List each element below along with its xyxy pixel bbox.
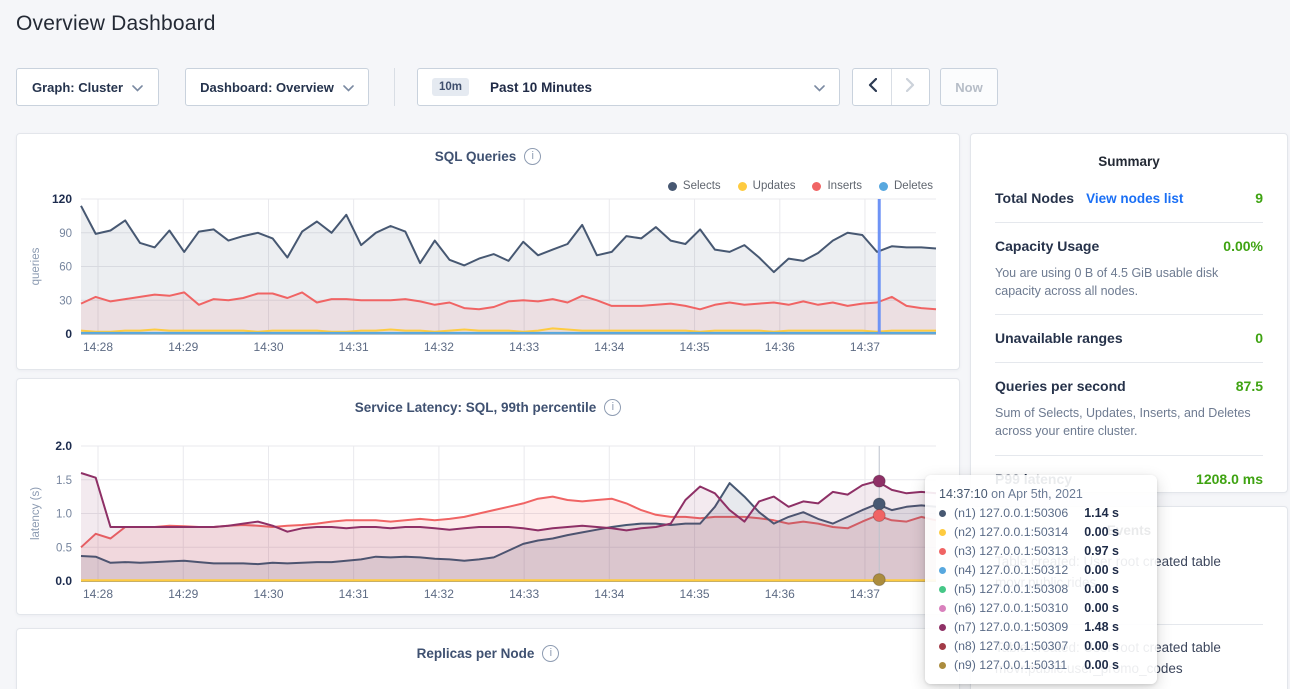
now-button[interactable]: Now (940, 68, 998, 106)
svg-text:14:28: 14:28 (83, 340, 113, 354)
sql-queries-chart[interactable]: 0 30 60 90 120 14:28 14:29 14:30 14:31 14:32 14:33… (17, 134, 961, 371)
total-nodes-value: 9 (1255, 190, 1263, 206)
svg-text:0.0: 0.0 (55, 574, 72, 588)
sql-queries-card: SQL Queries i SelectsUpdatesInsertsDelet… (16, 133, 960, 370)
svg-text:0.5: 0.5 (56, 542, 72, 554)
svg-text:14:32: 14:32 (424, 340, 454, 354)
unavailable-ranges-label: Unavailable ranges (995, 330, 1123, 346)
svg-text:14:29: 14:29 (168, 587, 198, 601)
dashboard-dropdown-label: Dashboard: Overview (200, 80, 334, 95)
svg-text:14:31: 14:31 (339, 340, 369, 354)
svg-text:14:34: 14:34 (594, 340, 624, 354)
summary-card: Summary Total Nodes View nodes list 9 Cap… (970, 133, 1288, 493)
time-step-forward-button[interactable] (891, 69, 929, 105)
svg-text:queries: queries (30, 247, 42, 285)
chevron-down-icon (343, 80, 354, 95)
svg-text:14:35: 14:35 (680, 587, 710, 601)
page-title: Overview Dashboard (16, 12, 216, 36)
p99-latency-value: 1208.0 ms (1196, 471, 1263, 487)
graph-dropdown[interactable]: Graph: Cluster (16, 68, 159, 106)
service-latency-chart[interactable]: 0.0 0.5 1.0 1.5 2.0 14:28 14:29 14:30 14:31 14:32… (17, 379, 961, 616)
time-step-buttons (852, 68, 930, 106)
summary-total-nodes: Total Nodes View nodes list 9 (995, 175, 1263, 222)
info-icon[interactable]: i (542, 645, 559, 662)
graph-dropdown-label: Graph: Cluster (32, 80, 123, 95)
summary-qps: Queries per second 87.5 Sum of Selects, … (995, 362, 1263, 454)
capacity-label: Capacity Usage (995, 238, 1099, 254)
svg-text:14:30: 14:30 (253, 340, 283, 354)
events-list: Table created: User root created table m… (995, 552, 1263, 689)
svg-text:14:33: 14:33 (509, 587, 539, 601)
qps-label: Queries per second (995, 378, 1126, 394)
events-heading: Events (995, 523, 1263, 538)
svg-text:14:34: 14:34 (594, 587, 624, 601)
view-nodes-list-link[interactable]: View nodes list (1086, 191, 1183, 206)
svg-text:30: 30 (59, 295, 72, 307)
toolbar-divider (394, 68, 395, 106)
svg-text:14:28: 14:28 (83, 587, 113, 601)
svg-text:latency (s): latency (s) (30, 487, 42, 540)
time-step-back-button[interactable] (853, 69, 891, 105)
qps-description: Sum of Selects, Updates, Inserts, and De… (995, 404, 1263, 440)
svg-text:14:30: 14:30 (253, 587, 283, 601)
chevron-right-icon (906, 78, 915, 97)
svg-text:14:29: 14:29 (168, 340, 198, 354)
summary-unavailable-ranges: Unavailable ranges 0 (995, 314, 1263, 362)
replicas-per-node-card: Replicas per Node i (16, 628, 960, 689)
svg-text:120: 120 (52, 192, 72, 206)
overview-dashboard-page: Overview Dashboard Graph: Cluster Dashbo… (0, 0, 1290, 689)
time-range-badge: 10m (432, 78, 469, 96)
summary-p99-latency: P99 latency 1208.0 ms (995, 455, 1263, 503)
event-item[interactable]: Table created: User root created table m… (995, 552, 1263, 624)
svg-text:90: 90 (59, 228, 72, 240)
svg-text:14:36: 14:36 (765, 587, 795, 601)
event-item[interactable]: Table created: User root created table m… (995, 624, 1263, 689)
events-card: Events Table created: User root created … (970, 506, 1288, 689)
summary-heading: Summary (995, 154, 1263, 169)
svg-text:1.0: 1.0 (56, 509, 72, 521)
svg-text:14:31: 14:31 (339, 587, 369, 601)
summary-capacity: Capacity Usage 0.00% You are using 0 B o… (995, 222, 1263, 314)
p99-latency-label: P99 latency (995, 471, 1072, 487)
chart-title: Replicas per Node (417, 646, 535, 661)
qps-value: 87.5 (1236, 378, 1263, 394)
svg-text:14:33: 14:33 (509, 340, 539, 354)
svg-text:2.0: 2.0 (55, 439, 72, 453)
service-latency-card: Service Latency: SQL, 99th percentile i … (16, 378, 960, 615)
unavailable-ranges-value: 0 (1255, 330, 1263, 346)
svg-text:0: 0 (65, 327, 72, 341)
svg-text:14:35: 14:35 (680, 340, 710, 354)
svg-text:1.5: 1.5 (56, 475, 72, 487)
svg-text:60: 60 (59, 262, 72, 274)
dashboard-dropdown[interactable]: Dashboard: Overview (185, 68, 369, 106)
capacity-description: You are using 0 B of 4.5 GiB usable disk… (995, 264, 1263, 300)
chevron-down-icon (814, 80, 825, 95)
chevron-left-icon (868, 78, 877, 97)
svg-text:14:36: 14:36 (765, 340, 795, 354)
chevron-down-icon (132, 80, 143, 95)
svg-text:14:37: 14:37 (850, 340, 880, 354)
svg-text:14:37: 14:37 (850, 587, 880, 601)
total-nodes-label: Total Nodes (995, 190, 1074, 206)
capacity-value: 0.00% (1223, 238, 1263, 254)
time-range-selector[interactable]: 10m Past 10 Minutes (417, 68, 840, 106)
time-range-label: Past 10 Minutes (490, 80, 592, 95)
svg-text:14:32: 14:32 (424, 587, 454, 601)
